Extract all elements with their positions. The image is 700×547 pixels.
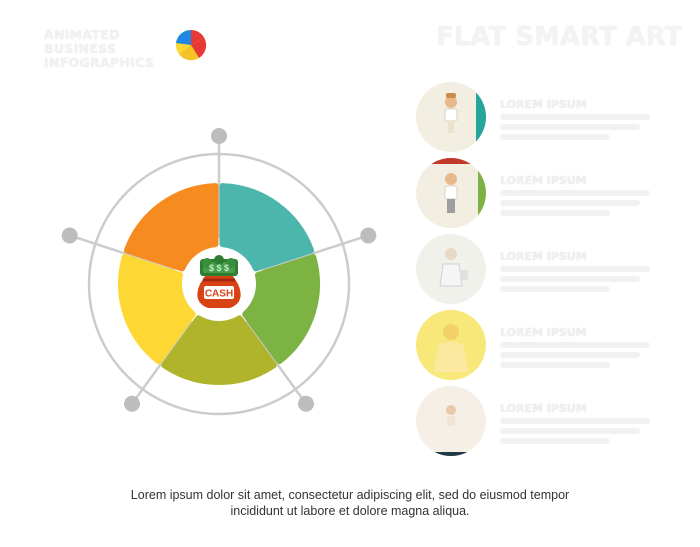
text-line [500, 200, 640, 206]
list-item: LOREM IPSUM [416, 310, 676, 382]
cycle-diagram: $ $ $ CASH [61, 128, 377, 416]
page-title: FLAT SMART ART [436, 22, 683, 52]
list-item: LOREM IPSUM [416, 386, 676, 458]
money-bag-icon: $ $ $ CASH [183, 248, 255, 320]
person-icon [416, 386, 486, 456]
svg-text:$ $ $: $ $ $ [209, 263, 229, 273]
text-line [500, 418, 650, 424]
text-line [500, 114, 650, 120]
row-heading: LOREM IPSUM [500, 402, 587, 415]
text-line [500, 286, 610, 292]
spoke-node [360, 227, 377, 244]
brand-line-2: INFOGRAPHICS [44, 55, 155, 70]
text-line [500, 428, 640, 434]
text-line [500, 210, 610, 216]
list-item: LOREM IPSUM [416, 158, 676, 230]
person-icon [416, 234, 486, 304]
text-line [500, 276, 640, 282]
row-heading: LOREM IPSUM [500, 250, 587, 263]
spoke-node [61, 227, 78, 244]
text-line [500, 362, 610, 368]
person-avatar-2 [416, 158, 486, 228]
text-line [500, 352, 640, 358]
caption-line-1: Lorem ipsum dolor sit amet, consectetur … [130, 488, 570, 502]
footer-caption: Lorem ipsum dolor sit amet, consectetur … [0, 487, 700, 519]
text-line [500, 190, 650, 196]
row-heading: LOREM IPSUM [500, 326, 587, 339]
text-line [500, 266, 650, 272]
spoke-node [211, 128, 227, 144]
list-item: LOREM IPSUM [416, 82, 676, 154]
person-avatar-3 [416, 234, 486, 304]
person-avatar-1 [416, 82, 486, 152]
pie-logo-icon [175, 29, 207, 61]
person-icon [416, 158, 486, 228]
row-heading: LOREM IPSUM [500, 98, 587, 111]
person-avatar-4 [416, 310, 486, 380]
row-heading: LOREM IPSUM [500, 174, 587, 187]
text-line [500, 134, 610, 140]
cash-label: CASH [205, 289, 233, 300]
brand-title: ANIMATED BUSINESS INFOGRAPHICS [44, 28, 174, 70]
text-line [500, 342, 650, 348]
caption-line-2: incididunt ut labore et dolore magna ali… [230, 504, 470, 518]
person-icon [416, 82, 486, 152]
brand-line-1: ANIMATED BUSINESS [44, 27, 120, 56]
spoke-node [297, 395, 314, 412]
person-icon [416, 310, 486, 380]
text-line [500, 438, 610, 444]
spoke-node [124, 395, 141, 412]
person-avatar-5 [416, 386, 486, 456]
list-item: LOREM IPSUM [416, 234, 676, 306]
text-line [500, 124, 640, 130]
